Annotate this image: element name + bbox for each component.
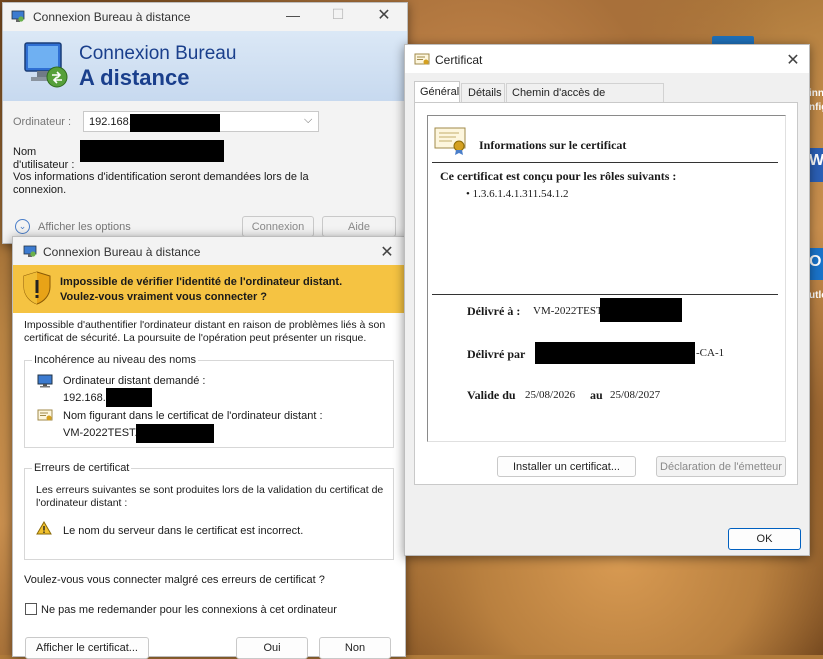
name-mismatch-label: Incohérence au niveau des noms [32, 354, 199, 366]
issued-by-label: Délivré par [467, 347, 526, 361]
warning-intro: Impossible d'authentifier l'ordinateur d… [24, 319, 386, 344]
credentials-info: Vos informations d'identification seront… [13, 171, 309, 196]
rdc-monitor-icon [19, 39, 71, 91]
cert-errors-group [24, 468, 394, 560]
rdc-title: Connexion Bureau à distance [33, 10, 191, 24]
computer-label: Ordinateur : [13, 116, 72, 128]
no-button[interactable]: Non [319, 637, 391, 659]
rdc-window: Connexion Bureau à distance — ☐ ✕ Connex… [2, 2, 408, 244]
cert-error-item: Le nom du serveur dans le certificat est… [63, 525, 304, 537]
warning-app-icon [23, 245, 37, 257]
yes-button[interactable]: Oui [236, 637, 308, 659]
requested-computer-value: 192.168. [63, 392, 106, 404]
username-label: Nom d'utilisateur : [13, 146, 75, 171]
valid-to-label: au [590, 388, 603, 402]
close-button[interactable]: ✕ [369, 5, 399, 25]
warning-triangle-icon [36, 521, 52, 535]
chevron-down-icon[interactable]: ⌵ [304, 114, 312, 127]
help-button[interactable]: Aide [322, 216, 396, 237]
warning-title: Connexion Bureau à distance [43, 245, 201, 259]
certificate-dialog: Certificat ✕ Général Détails Chemin d'ac… [404, 44, 810, 556]
connect-button[interactable]: Connexion [242, 216, 314, 237]
outlook-app-letter: O [809, 253, 822, 270]
cert-errors-label: Erreurs de certificat [32, 462, 132, 474]
show-options-link[interactable]: Afficher les options [38, 221, 131, 233]
valid-from-label: Valide du [467, 388, 516, 402]
warning-titlebar[interactable]: Connexion Bureau à distance ✕ [13, 237, 405, 265]
show-options-icon[interactable]: ⌄ [15, 219, 30, 234]
issued-to-label: Délivré à : [467, 304, 521, 318]
tab-certification-path[interactable]: Chemin d'accès de certification [506, 83, 664, 117]
tab-general-label: Général [420, 86, 460, 98]
cert-name-label: Nom figurant dans le certificat de l'ord… [63, 410, 323, 422]
desktop-label-1: inn [809, 88, 823, 99]
minimize-button[interactable]: — [278, 7, 308, 23]
cert-info-box: Informations sur le certificat Ce certif… [427, 115, 786, 442]
cert-app-icon [414, 53, 430, 66]
cert-info-title: Informations sur le certificat [479, 138, 627, 152]
redaction-username [80, 140, 224, 162]
issued-by-suffix: -CA-1 [696, 347, 725, 359]
tab-details[interactable]: Détails [461, 83, 505, 103]
connect-question: Voulez-vous vous connecter malgré ces er… [24, 574, 325, 586]
redaction-requested [106, 388, 152, 407]
warning-banner: Impossible de vérifier l'identité de l'o… [13, 265, 405, 313]
rdc-header-line1: Connexion Bureau [79, 43, 237, 64]
redaction-computer [130, 114, 220, 132]
valid-from-value: 25/08/2026 [525, 389, 576, 401]
computer-icon [37, 374, 53, 388]
desktop-label-3: utlo [809, 290, 823, 301]
certificate-icon [37, 409, 53, 423]
certificate-icon [434, 126, 468, 156]
redaction-issued-by [535, 342, 695, 364]
computer-input[interactable]: 192.168. ⌵ [83, 111, 319, 132]
rdc-app-icon [11, 10, 25, 22]
rdc-header-line2: A distance [79, 65, 190, 90]
cert-title: Certificat [435, 53, 483, 67]
word-app-letter: W [809, 152, 823, 169]
shield-warning-icon [23, 271, 51, 305]
purpose-item: • 1.3.6.1.4.1.311.54.1.2 [466, 188, 569, 200]
install-certificate-button[interactable]: Installer un certificat... [497, 456, 636, 477]
requested-computer-label: Ordinateur distant demandé : [63, 375, 206, 387]
cert-name-value: VM-2022TEST. [63, 427, 138, 439]
ok-button[interactable]: OK [728, 528, 801, 550]
view-certificate-button[interactable]: Afficher le certificat... [25, 637, 149, 659]
dont-ask-checkbox[interactable] [25, 603, 37, 615]
issued-to-value: VM-2022TEST [533, 305, 603, 317]
banner-line1: Impossible de vérifier l'identité de l'o… [60, 276, 343, 288]
issuer-statement-button[interactable]: Déclaration de l'émetteur [656, 456, 786, 477]
security-warning-dialog: Connexion Bureau à distance ✕ Impossible… [12, 236, 406, 659]
cert-close-button[interactable]: ✕ [781, 50, 805, 70]
maximize-button[interactable]: ☐ [323, 6, 353, 23]
tab-general[interactable]: Général [414, 81, 460, 103]
tab-details-label: Détails [468, 87, 502, 99]
cert-divider-bottom [432, 294, 778, 295]
warning-close-button[interactable]: ✕ [373, 242, 401, 262]
rdc-titlebar[interactable]: Connexion Bureau à distance — ☐ ✕ [3, 3, 407, 31]
banner-line2: Voulez-vous vraiment vous connecter ? [60, 291, 268, 303]
computer-input-value: 192.168. [89, 116, 132, 128]
rdc-banner: Connexion Bureau A distance [3, 31, 407, 101]
valid-to-value: 25/08/2027 [610, 389, 661, 401]
redaction-cert-name [136, 424, 214, 443]
desktop-label-2: nfig [809, 102, 823, 113]
dont-ask-label[interactable]: Ne pas me redemander pour les connexions… [41, 604, 337, 616]
cert-errors-intro: Les erreurs suivantes se sont produites … [36, 484, 384, 509]
cert-divider-top [432, 162, 778, 163]
redaction-issued-to [600, 298, 682, 322]
cert-titlebar[interactable]: Certificat ✕ [405, 45, 809, 73]
purpose-heading: Ce certificat est conçu pour les rôles s… [440, 169, 677, 183]
